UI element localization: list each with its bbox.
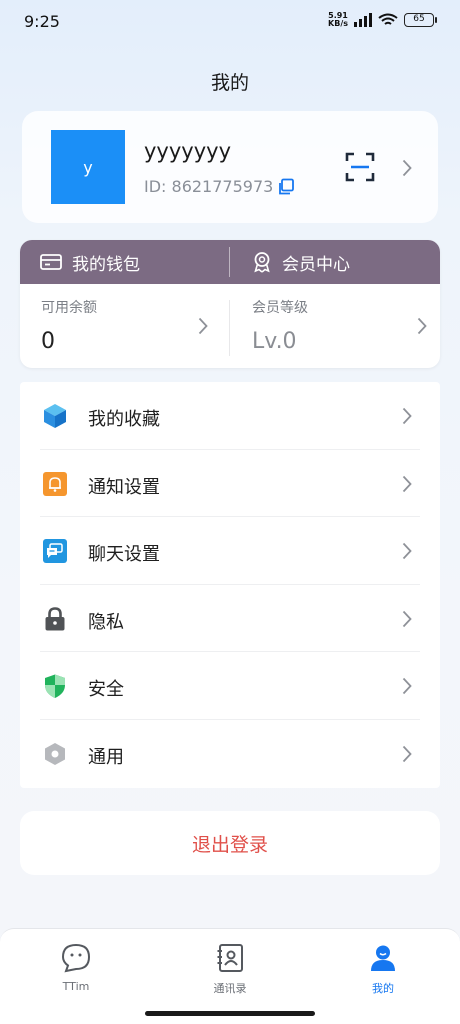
chat-bubble-icon (61, 943, 91, 973)
level-value: Lv.0 (252, 329, 297, 354)
menu-label: 聊天设置 (88, 544, 160, 566)
menu-item-chat-settings[interactable]: 聊天设置 (20, 517, 440, 585)
nav-label: TTim (62, 980, 90, 993)
wallet-icon (40, 254, 62, 270)
cube-icon (44, 404, 66, 428)
chevron-right-icon (402, 543, 412, 560)
chevron-right-icon (402, 407, 412, 425)
award-icon (254, 252, 270, 273)
nav-label: 通讯录 (213, 982, 247, 995)
level-cell[interactable]: 会员等级 Lv.0 (230, 284, 440, 368)
status-indicators: 5.91 KB/s 65 (328, 12, 437, 28)
hexagon-icon (45, 742, 65, 765)
menu-item-favorites[interactable]: 我的收藏 (20, 382, 440, 450)
chevron-right-icon (402, 678, 412, 695)
chevron-right-icon (402, 745, 412, 763)
contacts-icon (217, 944, 243, 972)
wallet-header: 我的钱包 会员中心 (20, 240, 440, 284)
bottom-nav: TTim 通讯录 我的 (0, 928, 460, 1024)
menu-label: 安全 (88, 679, 124, 701)
person-icon (371, 945, 395, 971)
nav-item-contacts[interactable]: 通讯录 (170, 943, 290, 1003)
wallet-header-divider (229, 247, 230, 277)
balance-label: 可用余额 (41, 300, 97, 316)
tab-my-wallet[interactable]: 我的钱包 (20, 240, 230, 284)
menu-label: 隐私 (88, 611, 124, 633)
wallet-tab-label: 我的钱包 (72, 254, 140, 275)
battery-icon: 65 (404, 13, 437, 27)
menu-label: 通用 (88, 746, 124, 768)
avatar[interactable]: y (51, 130, 125, 204)
chevron-right-icon (402, 159, 412, 177)
wifi-icon (378, 13, 398, 25)
chevron-right-icon (402, 610, 412, 627)
signal-icon (354, 13, 372, 27)
scan-icon[interactable] (345, 152, 375, 182)
level-label: 会员等级 (252, 300, 308, 316)
copy-icon[interactable] (277, 178, 295, 196)
wallet-card: 我的钱包 会员中心 可用余额 0 会员等级 Lv.0 (20, 240, 440, 368)
nav-item-ttim[interactable]: TTim (16, 943, 136, 1003)
logout-button[interactable]: 退出登录 (20, 811, 440, 875)
status-time: 9:25 (24, 12, 60, 31)
status-bar: 9:25 5.91 KB/s 65 (0, 0, 460, 46)
chat-icon (43, 539, 67, 564)
menu-item-notification-settings[interactable]: 通知设置 (20, 450, 440, 518)
user-id: ID: 8621775973 (144, 177, 274, 196)
lock-icon (45, 606, 65, 631)
chevron-right-icon (198, 317, 208, 335)
balance-value: 0 (41, 329, 55, 354)
logout-label: 退出登录 (191, 833, 268, 856)
net-speed-unit: KB/s (328, 19, 348, 28)
chevron-right-icon (417, 317, 427, 335)
wallet-body: 可用余额 0 会员等级 Lv.0 (20, 284, 440, 368)
nav-item-me[interactable]: 我的 (323, 943, 443, 1003)
settings-menu: 我的收藏 通知设置 聊天设置 隐私 安全 通用 (20, 382, 440, 788)
home-indicator[interactable] (145, 1011, 315, 1016)
page-title: 我的 (210, 72, 249, 94)
shield-icon (45, 674, 65, 699)
tab-member-center[interactable]: 会员中心 (230, 240, 440, 284)
menu-label: 通知设置 (88, 476, 160, 498)
bell-icon (43, 471, 67, 496)
menu-label: 我的收藏 (88, 409, 160, 430)
menu-item-security[interactable]: 安全 (20, 652, 440, 720)
menu-item-general[interactable]: 通用 (20, 720, 440, 788)
member-tab-label: 会员中心 (282, 254, 350, 275)
balance-cell[interactable]: 可用余额 0 (20, 284, 230, 368)
net-speed: 5.91 KB/s (328, 12, 348, 28)
menu-item-privacy[interactable]: 隐私 (20, 585, 440, 653)
chevron-right-icon (402, 475, 412, 492)
nav-label: 我的 (372, 982, 394, 995)
profile-card[interactable]: y yyyyyyy ID: 8621775973 (22, 111, 438, 223)
username: yyyyyyy (144, 139, 231, 163)
